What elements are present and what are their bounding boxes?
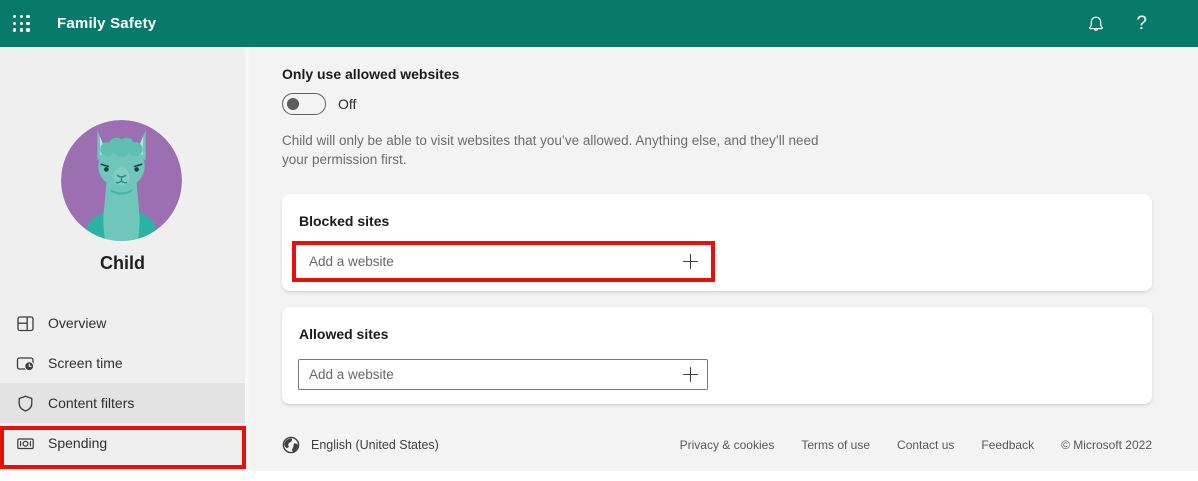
toggle-knob <box>287 98 299 110</box>
app-header: Family Safety ? <box>0 0 1198 47</box>
sidebar-item-spending[interactable]: Spending <box>0 423 245 463</box>
page-footer: English (United States) Privacy & cookie… <box>282 430 1152 460</box>
section-title: Only use allowed websites <box>282 66 847 82</box>
only-allowed-websites-toggle[interactable] <box>282 93 326 115</box>
profile-name: Child <box>0 253 245 274</box>
feedback-link[interactable]: Feedback <box>981 438 1034 452</box>
screen-time-icon <box>16 354 35 373</box>
sidebar-item-screen-time[interactable]: Screen time <box>0 343 245 383</box>
allowed-websites-toggle-section: Only use allowed websites Off Child will… <box>282 66 847 169</box>
blocked-sites-card: Blocked sites <box>282 194 1152 291</box>
app-title: Family Safety <box>57 15 156 32</box>
blocked-sites-website-input[interactable] <box>298 246 708 277</box>
globe-icon <box>282 436 300 454</box>
allowed-sites-title: Allowed sites <box>299 326 388 342</box>
allowed-sites-website-input[interactable] <box>298 359 708 390</box>
add-allowed-website-button[interactable] <box>681 366 699 384</box>
banknote-icon <box>16 434 35 453</box>
waffle-menu-icon[interactable] <box>13 15 30 32</box>
section-description: Child will only be able to visit website… <box>282 132 847 169</box>
family-safety-app: Family Safety ? <box>0 0 1198 481</box>
language-label: English (United States) <box>311 438 439 452</box>
llama-avatar <box>61 120 182 241</box>
sidebar: Child Overview <box>0 47 245 471</box>
contact-us-link[interactable]: Contact us <box>897 438 954 452</box>
language-selector[interactable]: English (United States) <box>282 436 439 454</box>
help-icon[interactable]: ? <box>1136 14 1147 33</box>
plus-icon <box>683 368 697 382</box>
blocked-sites-input-group <box>298 246 708 277</box>
toggle-state-label: Off <box>338 96 356 112</box>
allowed-sites-input-group <box>298 359 708 390</box>
privacy-cookies-link[interactable]: Privacy & cookies <box>680 438 775 452</box>
copyright-text: © Microsoft 2022 <box>1061 438 1152 452</box>
sidebar-item-content-filters[interactable]: Content filters <box>0 383 245 423</box>
sidebar-item-label: Content filters <box>48 395 134 411</box>
sidebar-item-label: Overview <box>48 315 106 331</box>
plus-icon <box>683 255 697 269</box>
overview-grid-icon <box>16 314 35 333</box>
shield-icon <box>16 394 35 413</box>
notifications-bell-icon[interactable] <box>1087 15 1105 33</box>
terms-of-use-link[interactable]: Terms of use <box>801 438 870 452</box>
sidebar-nav: Overview Screen time <box>0 303 245 463</box>
blocked-sites-title: Blocked sites <box>299 213 389 229</box>
sidebar-item-label: Spending <box>48 435 107 451</box>
footer-links: Privacy & cookies Terms of use Contact u… <box>680 438 1152 452</box>
sidebar-item-label: Screen time <box>48 355 123 371</box>
allowed-sites-card: Allowed sites <box>282 307 1152 404</box>
sidebar-item-overview[interactable]: Overview <box>0 303 245 343</box>
main-content: Only use allowed websites Off Child will… <box>245 47 1198 471</box>
add-blocked-website-button[interactable] <box>681 253 699 271</box>
